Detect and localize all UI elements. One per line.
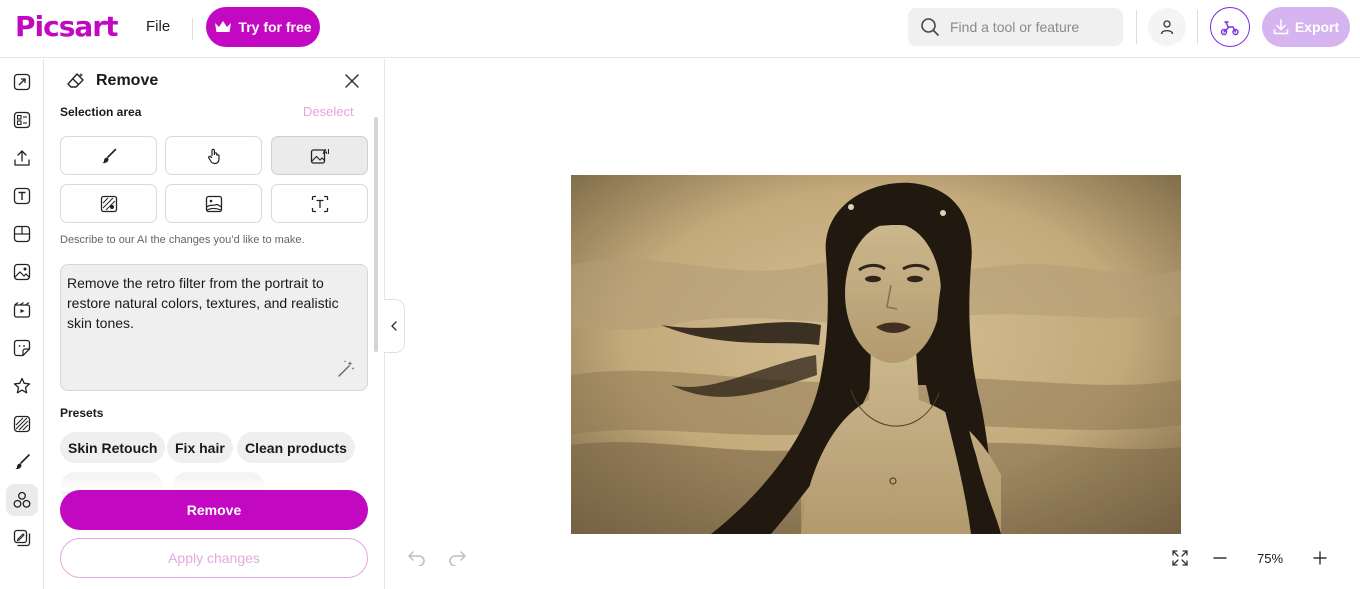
undo-icon — [408, 551, 425, 566]
video-icon — [13, 302, 31, 318]
divider — [1197, 10, 1198, 44]
scroll-fade — [44, 477, 380, 491]
export-label: Export — [1294, 19, 1340, 35]
picsart-logo[interactable]: Picsart — [15, 10, 118, 43]
top-bar: Picsart File Try for free Export — [0, 0, 1360, 58]
presets-label: Presets — [60, 406, 104, 420]
rail-resize[interactable] — [6, 66, 38, 98]
stickers-icon — [13, 339, 31, 357]
rail-photos[interactable] — [6, 256, 38, 288]
close-icon — [345, 74, 359, 88]
undo-button[interactable] — [406, 547, 428, 569]
export-button[interactable]: Export — [1262, 7, 1350, 47]
svg-text:AI: AI — [322, 149, 329, 156]
ai-image-icon: AI — [310, 149, 329, 164]
download-icon — [1273, 19, 1289, 35]
rail-upload[interactable] — [6, 142, 38, 174]
try-for-free-button[interactable]: Try for free — [206, 7, 320, 47]
portrait-photo — [571, 175, 1181, 534]
search-input[interactable] — [950, 19, 1110, 35]
divider — [1136, 10, 1137, 44]
photos-icon — [13, 263, 31, 281]
rail-tools[interactable] — [6, 484, 38, 516]
tools-icon — [13, 491, 31, 508]
selection-area-label: Selection area — [60, 105, 142, 119]
collapse-panel-button[interactable] — [384, 299, 405, 353]
touch-select-button[interactable] — [165, 136, 262, 175]
rail-templates[interactable] — [6, 104, 38, 136]
redo-button[interactable] — [446, 547, 468, 569]
apply-changes-button[interactable]: Apply changes — [60, 538, 368, 578]
minus-icon — [1213, 557, 1227, 559]
expand-icon — [1172, 550, 1188, 566]
brush-tool-button[interactable] — [60, 136, 157, 175]
rail-background[interactable] — [6, 408, 38, 440]
zoom-controls: 75% — [1160, 538, 1350, 578]
eraser-icon — [66, 71, 86, 96]
search-icon — [921, 18, 939, 36]
redo-icon — [449, 551, 466, 566]
brush-icon — [101, 148, 116, 163]
preset-chip-fix-hair[interactable]: Fix hair — [167, 432, 233, 463]
preset-chip-clean-products[interactable]: Clean products — [237, 432, 355, 463]
upgrade-button[interactable] — [1210, 7, 1250, 47]
resize-icon — [13, 73, 31, 91]
object-select-button[interactable] — [60, 184, 157, 223]
plus-icon — [1313, 551, 1327, 565]
brush-icon — [15, 454, 30, 470]
remove-button[interactable]: Remove — [60, 490, 368, 530]
landscape-icon — [205, 195, 222, 212]
background-icon — [13, 415, 31, 433]
ai-select-button[interactable]: AI — [271, 136, 368, 175]
rail-batch-edit[interactable] — [6, 522, 38, 554]
templates-icon — [13, 111, 31, 129]
chevron-left-icon — [391, 321, 397, 331]
zoom-out-button[interactable] — [1200, 538, 1240, 578]
zoom-level[interactable]: 75% — [1240, 551, 1300, 566]
fit-screen-button[interactable] — [1160, 538, 1200, 578]
canvas-image[interactable] — [571, 175, 1181, 534]
pointer-hand-icon — [207, 148, 220, 164]
rail-video[interactable] — [6, 294, 38, 326]
rail-brush[interactable] — [6, 446, 38, 478]
prompt-hint: Describe to our AI the changes you’d lik… — [60, 234, 305, 246]
deselect-button[interactable]: Deselect — [303, 104, 354, 119]
panel-scrollbar[interactable] — [374, 117, 378, 352]
rail-layout[interactable] — [6, 218, 38, 250]
zoom-in-button[interactable] — [1300, 538, 1340, 578]
remove-panel: Remove Selection area Deselect AI Descri… — [44, 59, 385, 589]
crown-icon — [215, 21, 232, 32]
file-menu[interactable]: File — [146, 18, 170, 35]
search-box[interactable] — [908, 8, 1123, 46]
try-for-free-label: Try for free — [238, 19, 312, 35]
close-panel-button[interactable] — [342, 71, 362, 91]
scooter-icon — [1220, 21, 1239, 36]
background-select-button[interactable] — [165, 184, 262, 223]
account-button[interactable] — [1148, 8, 1186, 46]
upload-icon — [14, 150, 30, 166]
favorites-icon — [13, 377, 31, 394]
tool-rail — [0, 59, 44, 589]
layout-icon — [13, 225, 31, 243]
rail-text[interactable] — [6, 180, 38, 212]
rail-stickers[interactable] — [6, 332, 38, 364]
batch-edit-icon — [13, 529, 31, 547]
preset-chip-skin-retouch[interactable]: Skin Retouch — [60, 432, 166, 463]
magic-wand-icon[interactable] — [336, 359, 356, 384]
user-icon — [1160, 20, 1174, 35]
text-select-button[interactable] — [271, 184, 368, 223]
object-icon — [100, 195, 117, 212]
text-icon — [13, 187, 31, 205]
divider — [192, 18, 193, 40]
panel-title: Remove — [96, 72, 159, 89]
prompt-textarea[interactable]: Remove the retro filter from the portrai… — [60, 264, 368, 391]
text-select-icon — [311, 195, 328, 212]
rail-favorites[interactable] — [6, 370, 38, 402]
